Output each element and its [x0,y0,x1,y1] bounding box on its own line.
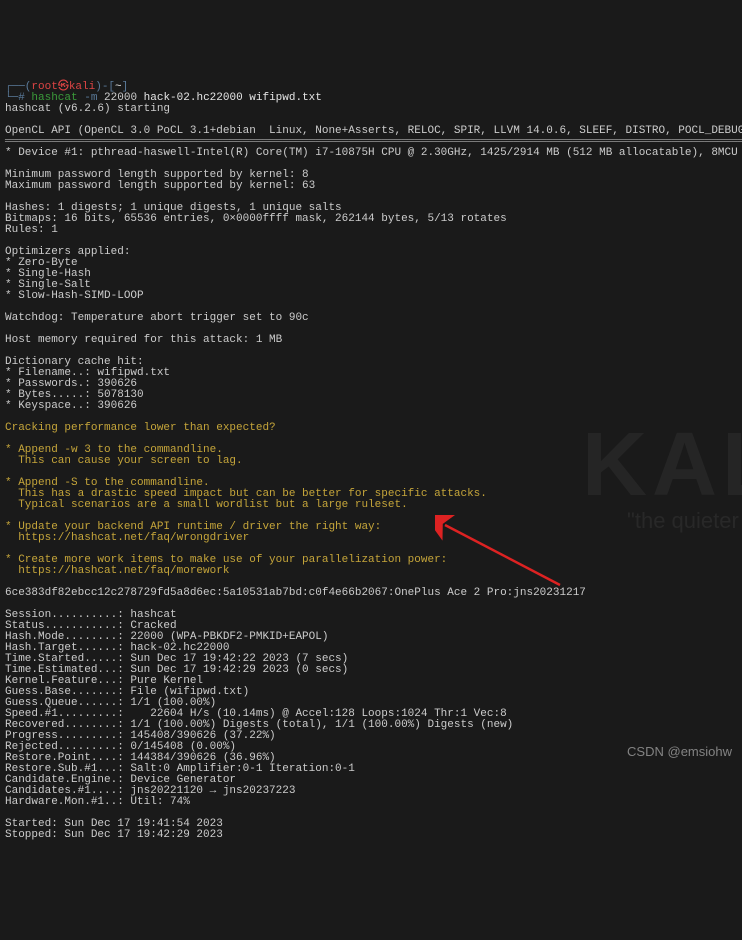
line-keyspace: * Keyspace..: 390626 [5,400,137,412]
line-bitmaps: Bitmaps: 16 bits, 65536 entries, 0×0000f… [5,213,507,225]
line-device: * Device #1: pthread-haswell-Intel(R) Co… [5,147,738,159]
line-hostmem: Host memory required for this attack: 1 … [5,334,282,346]
warn-morework-url: https://hashcat.net/faq/morework [5,565,229,577]
line-starting: hashcat (v6.2.6) starting [5,103,170,115]
watermark: CSDN @emsiohw [627,745,732,758]
stat-stopped: Stopped: Sun Dec 17 19:42:29 2023 [5,829,223,841]
line-slowhash: * Slow-Hash-SIMD-LOOP [5,290,144,302]
line-max-pwd: Maximum password length supported by ker… [5,180,315,192]
warn-w3-desc: This can cause your screen to lag. [5,455,243,467]
cracked-result: 6ce383df82ebcc12c278729fd5a8d6ec:5a10531… [5,587,586,599]
warn-driver-url: https://hashcat.net/faq/wrongdriver [5,532,249,544]
line-watchdog: Watchdog: Temperature abort trigger set … [5,312,309,324]
terminal-output: ┌──(root㉿kali)-[~] └─# hashcat -m 22000 … [5,82,737,841]
warn-header: Cracking performance lower than expected… [5,422,276,434]
warn-s-desc2: Typical scenarios are a small wordlist b… [5,499,408,511]
cmd-files: hack-02.hc22000 wifipwd.txt [144,92,322,104]
stat-hwmon: Hardware.Mon.#1..: Util: 74% [5,796,190,808]
line-rules: Rules: 1 [5,224,58,236]
